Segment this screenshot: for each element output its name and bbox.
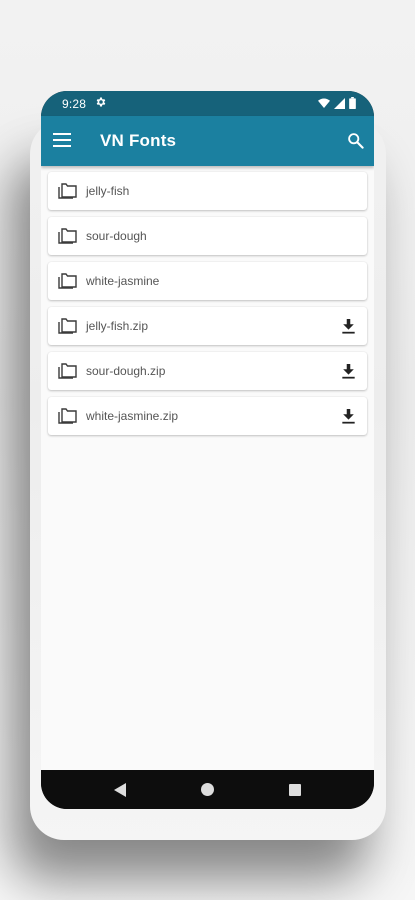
search-button[interactable] xyxy=(343,128,367,152)
list-item[interactable]: jelly-fish.zip xyxy=(48,307,367,345)
search-icon xyxy=(347,132,364,149)
folder-icon xyxy=(58,228,77,244)
list-item-label: sour-dough.zip xyxy=(86,364,166,378)
folder-icon xyxy=(58,273,77,289)
back-icon[interactable] xyxy=(114,783,126,797)
signal-icon xyxy=(334,97,345,109)
settings-gear-icon xyxy=(96,97,106,107)
list-item[interactable]: sour-dough xyxy=(48,217,367,255)
content-area: jelly-fish sour-dough white-jasmine jell… xyxy=(41,166,374,770)
list-item[interactable]: white-jasmine xyxy=(48,262,367,300)
menu-icon xyxy=(53,133,71,147)
download-button[interactable] xyxy=(340,317,356,335)
list-item-label: white-jasmine.zip xyxy=(86,409,179,423)
folder-icon xyxy=(58,363,77,379)
wifi-icon xyxy=(318,98,330,108)
home-icon[interactable] xyxy=(201,783,214,796)
folder-icon xyxy=(58,408,77,424)
folder-icon xyxy=(58,318,77,334)
list-item-label: white-jasmine xyxy=(86,274,160,288)
download-icon xyxy=(341,318,355,334)
app-bar: VN Fonts xyxy=(41,116,374,166)
status-bar: 9:28 xyxy=(41,91,374,116)
download-button[interactable] xyxy=(340,407,356,425)
folder-icon xyxy=(58,183,77,199)
list-item-label: sour-dough xyxy=(86,229,147,243)
status-time: 9:28 xyxy=(62,97,87,111)
download-button[interactable] xyxy=(340,362,356,380)
list-item-label: jelly-fish xyxy=(86,184,130,198)
download-icon xyxy=(341,363,355,379)
menu-button[interactable] xyxy=(50,128,74,152)
list-item[interactable]: white-jasmine.zip xyxy=(48,397,367,435)
list-item-label: jelly-fish.zip xyxy=(86,319,149,333)
navigation-bar xyxy=(41,770,374,809)
status-icons xyxy=(318,97,356,109)
list-item[interactable]: sour-dough.zip xyxy=(48,352,367,390)
phone-frame: 9:28 VN Fonts jelly-fish sour-dough whit… xyxy=(41,91,374,809)
download-icon xyxy=(341,408,355,424)
list-item[interactable]: jelly-fish xyxy=(48,172,367,210)
battery-icon xyxy=(349,97,356,109)
app-title: VN Fonts xyxy=(100,131,177,150)
font-list: jelly-fish sour-dough white-jasmine jell… xyxy=(48,172,367,442)
recents-icon[interactable] xyxy=(289,784,301,796)
